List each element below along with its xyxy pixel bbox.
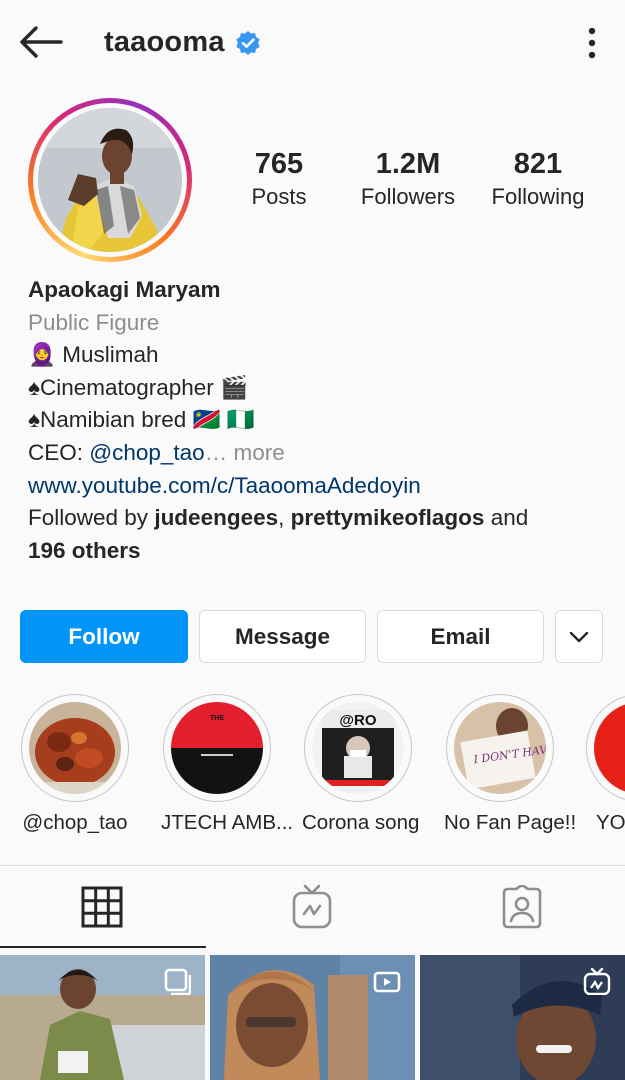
suggested-accounts-button[interactable] xyxy=(555,610,603,663)
profile-header: taaooma xyxy=(0,0,625,88)
profile-avatar[interactable] xyxy=(28,98,192,262)
igtv-icon xyxy=(292,884,332,929)
posts-label: Posts xyxy=(251,184,307,209)
bio-line-namibian: ♠Namibian bred 🇳🇦 🇳🇬 xyxy=(28,407,255,433)
igtv-badge-icon xyxy=(583,967,611,995)
email-button[interactable]: Email xyxy=(377,610,544,663)
followed-by-prefix: Followed by xyxy=(28,505,155,531)
profile-bio: Apaokagi Maryam Public Figure 🧕 Muslimah… xyxy=(28,274,608,567)
highlight-label: Corona song xyxy=(302,811,420,834)
highlight-label: @chop_tao xyxy=(22,811,128,834)
message-button[interactable]: Message xyxy=(199,610,366,663)
followers-stat[interactable]: 1.2M Followers xyxy=(346,146,470,212)
highlight-label: YOU xyxy=(596,811,625,834)
highlight-no-fan-page[interactable]: I DON'T HAVE A FAN PAGE No Fan Page!! xyxy=(444,694,577,835)
bio-line-cinematographer: ♠Cinematographer 🎬 xyxy=(28,374,249,400)
highlight-cover xyxy=(29,702,121,794)
grid-icon xyxy=(81,886,123,928)
carousel-icon xyxy=(164,968,191,995)
highlight-jtech[interactable]: THE JTECH AMB... xyxy=(161,694,294,835)
ceo-prefix: CEO: xyxy=(28,439,90,465)
video-icon xyxy=(373,971,401,993)
profile-stats: 765 Posts 1.2M Followers 821 Following xyxy=(222,146,602,216)
website-link[interactable]: www.youtube.com/c/TaaoomaAdedoyin xyxy=(28,470,608,503)
follow-button-label: Follow xyxy=(68,623,140,649)
followed-by-sep: , xyxy=(278,505,291,531)
followed-by-others[interactable]: 196 others xyxy=(28,538,141,563)
message-button-label: Message xyxy=(234,623,331,649)
tabs-divider xyxy=(0,865,625,866)
posts-stat[interactable]: 765 Posts xyxy=(232,146,326,212)
verified-badge-icon xyxy=(236,30,260,55)
posts-count: 765 xyxy=(254,148,304,180)
highlight-youtube[interactable]: YOU xyxy=(586,694,625,835)
bio-more-link[interactable]: … more xyxy=(205,440,285,465)
followed-by-line[interactable]: Followed by judeengees, prettymikeoflago… xyxy=(28,502,608,535)
following-stat[interactable]: 821 Following xyxy=(478,146,598,212)
arrow-left-icon[interactable] xyxy=(18,24,64,60)
post-thumbnail[interactable] xyxy=(0,955,205,1080)
post-thumbnail[interactable] xyxy=(420,955,625,1080)
tab-tagged[interactable] xyxy=(496,880,548,934)
tagged-user-icon xyxy=(502,885,542,929)
username-text: taaooma xyxy=(104,26,225,58)
email-button-label: Email xyxy=(430,623,491,649)
active-tab-indicator xyxy=(0,946,206,948)
profile-username: taaooma xyxy=(104,26,261,59)
bio-line-ceo: CEO: @chop_tao… more xyxy=(28,437,608,470)
highlight-cover: I DON'T HAVE A FAN PAGE xyxy=(454,702,546,794)
post-thumbnail[interactable] xyxy=(210,955,415,1080)
followed-by-and: and xyxy=(484,505,529,531)
ceo-handle-link[interactable]: @chop_tao xyxy=(89,440,204,465)
highlight-label: JTECH AMB... xyxy=(161,811,294,834)
tab-igtv[interactable] xyxy=(286,880,338,934)
bio-line-muslimah: 🧕 Muslimah xyxy=(28,342,159,368)
follow-button[interactable]: Follow xyxy=(20,610,188,663)
chevron-down-icon xyxy=(569,631,589,642)
highlight-label: No Fan Page!! xyxy=(444,811,577,834)
avatar-photo xyxy=(38,108,182,252)
followed-by-user1[interactable]: judeengees xyxy=(154,505,278,530)
highlight-corona-song[interactable]: @RO Corona song xyxy=(302,694,420,835)
followers-label: Followers xyxy=(360,184,456,209)
highlight-cover: @RO xyxy=(312,702,404,794)
highlight-chop-tao[interactable]: @chop_tao xyxy=(19,694,131,835)
highlight-cover: THE xyxy=(171,702,263,794)
more-vertical-icon[interactable] xyxy=(582,26,602,60)
following-count: 821 xyxy=(513,148,563,180)
category-label: Public Figure xyxy=(28,309,160,335)
followers-count: 1.2M xyxy=(375,148,441,180)
highlight-cover-text: @RO xyxy=(339,712,376,729)
followed-by-user2[interactable]: prettymikeoflagos xyxy=(291,505,485,530)
tab-grid[interactable] xyxy=(76,880,128,934)
following-label: Following xyxy=(491,184,585,209)
highlight-cover xyxy=(594,702,625,794)
display-name: Apaokagi Maryam xyxy=(28,277,221,302)
highlight-cover-text: THE xyxy=(210,715,224,722)
